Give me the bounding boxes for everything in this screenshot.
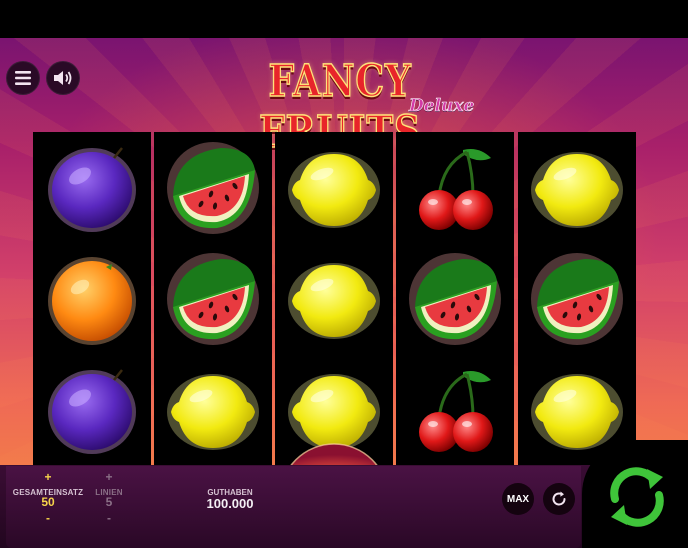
orange-symbol: [33, 243, 151, 354]
balance-value: 100.000: [206, 496, 254, 511]
spin-button[interactable]: [592, 452, 682, 542]
lemon-symbol: [154, 354, 272, 465]
stake-plus-button[interactable]: +: [41, 470, 55, 484]
reel-5: [518, 132, 636, 465]
lines-plus-button[interactable]: +: [102, 470, 116, 484]
autoplay-button[interactable]: [543, 483, 575, 515]
watermelon-symbol: [518, 243, 636, 354]
lines-value: 5: [105, 495, 113, 509]
speaker-icon: [54, 71, 72, 85]
cherry-symbol: [396, 354, 514, 465]
stake-value: 50: [41, 495, 55, 509]
hamburger-menu-icon: [15, 71, 31, 85]
reel-2: [154, 132, 272, 465]
plum-symbol: [33, 132, 151, 243]
watermelon-symbol: [154, 243, 272, 354]
reel-4: [396, 132, 514, 465]
cherry-symbol: [396, 132, 514, 243]
watermelon-symbol: [396, 243, 514, 354]
watermelon-symbol: [154, 132, 272, 243]
spin-arrows-icon: [610, 467, 664, 527]
reel-3: [275, 132, 393, 465]
plum-symbol: [33, 354, 151, 465]
lemon-symbol: [275, 243, 393, 354]
autoplay-icon: [552, 491, 566, 506]
stake-minus-button[interactable]: -: [41, 511, 55, 525]
menu-button[interactable]: [6, 61, 40, 95]
max-bet-button[interactable]: MAX: [502, 483, 534, 515]
game-logo: FANCY FRUITS Deluxe: [175, 52, 505, 159]
top-black-bar: [0, 0, 688, 38]
sound-button[interactable]: [46, 61, 80, 95]
lemon-symbol: [275, 132, 393, 243]
reel-grid: [33, 132, 636, 465]
lemon-symbol: [518, 132, 636, 243]
reel-1: [33, 132, 151, 465]
logo-subtitle: Deluxe: [409, 96, 475, 117]
lines-minus-button[interactable]: -: [102, 511, 116, 525]
